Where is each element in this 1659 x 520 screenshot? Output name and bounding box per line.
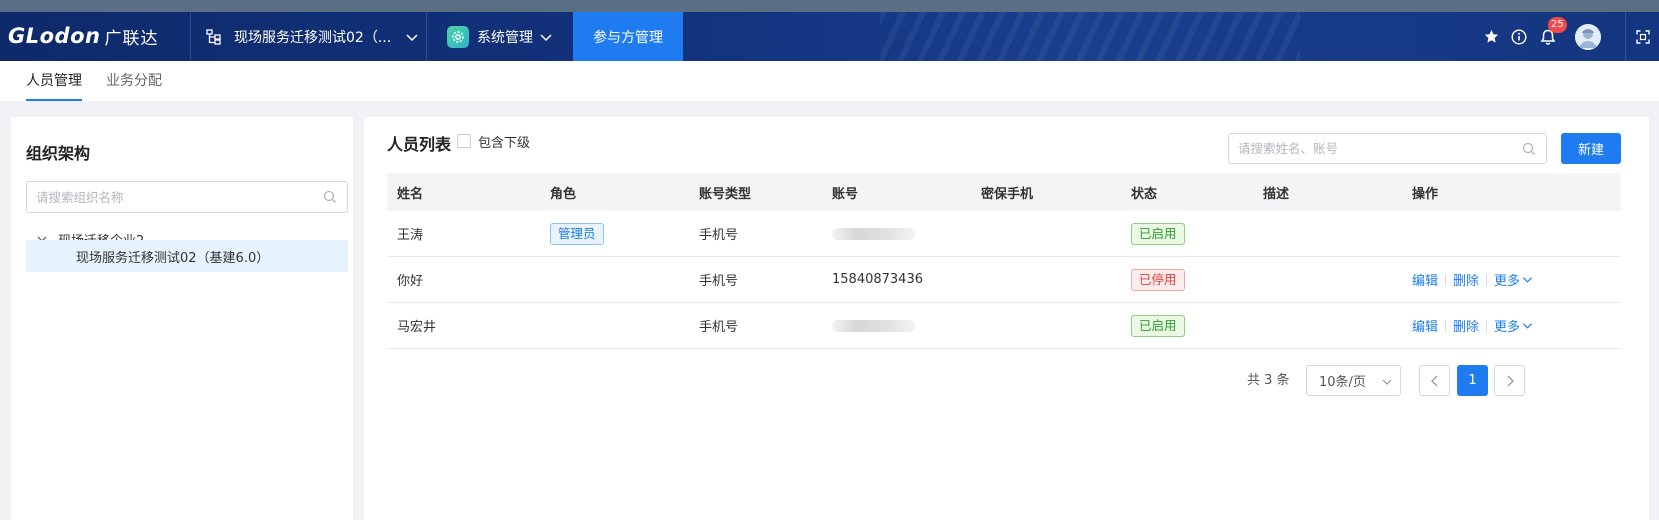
top-navigation-bar: GLodon 广联达 现场服务迁移测试02（... 系统管理 参与方管理 25 <box>0 12 1659 61</box>
browser-strip <box>0 0 1659 12</box>
redacted-account <box>832 227 916 240</box>
cell-account <box>832 211 916 256</box>
prev-page-button[interactable] <box>1419 365 1450 396</box>
column-header-name: 姓名 <box>397 186 424 202</box>
table-row: 你好 手机号 15840873436 已停用 编辑 删除 更多 <box>387 257 1621 303</box>
system-management-menu[interactable]: 系统管理 <box>447 12 553 61</box>
cell-account-type: 手机号 <box>699 274 739 289</box>
include-subordinate-label: 包含下级 <box>478 135 531 151</box>
page-size-select[interactable]: 10条/页 <box>1306 365 1401 396</box>
star-icon[interactable] <box>1483 29 1499 45</box>
delete-link[interactable]: 删除 <box>1453 316 1479 335</box>
cell-role: 管理员 <box>550 211 604 256</box>
page-size-value: 10条/页 <box>1319 375 1366 390</box>
divider <box>1445 273 1447 286</box>
notification-bell[interactable]: 25 <box>1539 16 1567 46</box>
staff-panel-title: 人员列表 <box>387 135 452 154</box>
pagination-total: 共 3 条 <box>1247 373 1290 388</box>
logo-brand-cn: 广联达 <box>104 28 159 49</box>
divider <box>426 12 427 61</box>
project-name: 现场服务迁移测试02（... <box>234 29 392 46</box>
cell-name: 王涛 <box>397 228 424 243</box>
staff-list-panel: 人员列表 包含下级 新建 姓名 角色 账号类型 账号 密保手机 状态 描述 操作… <box>364 117 1649 520</box>
edit-link[interactable]: 编辑 <box>1412 316 1438 335</box>
column-header-account-type: 账号类型 <box>699 186 752 202</box>
org-search-box <box>26 181 348 213</box>
chevron-right-icon <box>1507 375 1514 386</box>
notification-count-badge: 25 <box>1548 16 1567 33</box>
include-subordinate-checkbox[interactable]: 包含下级 <box>457 132 531 151</box>
project-selector[interactable]: 现场服务迁移测试02（... <box>206 12 419 61</box>
tree-node-project[interactable]: 现场服务迁移测试02（基建6.0） <box>26 240 348 272</box>
divider <box>1486 273 1488 286</box>
table-header: 姓名 角色 账号类型 账号 密保手机 状态 描述 操作 <box>387 173 1621 211</box>
chevron-left-icon <box>1430 375 1437 386</box>
glodon-logo[interactable]: GLodon 广联达 <box>8 23 158 49</box>
chevron-down-icon <box>1382 379 1392 385</box>
logo-wordmark: GLodon <box>8 24 101 48</box>
system-menu-label: 系统管理 <box>477 29 533 46</box>
tab-participant-management[interactable]: 参与方管理 <box>573 12 683 61</box>
status-badge: 已停用 <box>1131 268 1185 291</box>
column-header-role: 角色 <box>550 186 577 202</box>
cell-name: 你好 <box>397 274 424 289</box>
new-button[interactable]: 新建 <box>1561 133 1621 164</box>
cell-account: 15840873436 <box>832 272 923 287</box>
divider <box>1486 319 1488 332</box>
org-search-input[interactable] <box>27 182 323 212</box>
cell-status: 已停用 <box>1131 257 1185 302</box>
chevron-down-icon <box>540 33 552 41</box>
divider <box>190 12 191 61</box>
divider <box>1445 319 1447 332</box>
status-badge: 已启用 <box>1131 222 1185 245</box>
table-row: 王涛 管理员 手机号 已启用 <box>387 211 1621 257</box>
table-row: 马宏井 手机号 已启用 编辑 删除 更多 <box>387 303 1621 349</box>
cell-actions: 编辑 删除 更多 <box>1412 303 1533 348</box>
page-number-button[interactable]: 1 <box>1457 365 1488 396</box>
checkbox[interactable] <box>457 134 471 148</box>
cell-account <box>832 303 916 348</box>
chevron-down-icon[interactable] <box>1522 320 1533 331</box>
search-icon[interactable] <box>323 190 337 204</box>
info-icon[interactable] <box>1511 28 1527 45</box>
column-header-account: 账号 <box>832 186 859 202</box>
column-header-security-phone: 密保手机 <box>981 186 1034 202</box>
staff-table: 姓名 角色 账号类型 账号 密保手机 状态 描述 操作 王涛 管理员 手机号 已… <box>387 173 1621 349</box>
delete-link[interactable]: 删除 <box>1453 270 1479 289</box>
column-header-status: 状态 <box>1131 186 1158 202</box>
cell-status: 已启用 <box>1131 303 1185 348</box>
role-tag: 管理员 <box>550 222 604 245</box>
cell-status: 已启用 <box>1131 211 1185 256</box>
user-avatar[interactable] <box>1575 23 1601 50</box>
sub-tab-bar: 人员管理 业务分配 <box>0 61 1659 101</box>
redacted-account <box>832 319 916 332</box>
column-header-actions: 操作 <box>1412 186 1439 202</box>
fullscreen-icon[interactable] <box>1625 12 1659 61</box>
search-icon[interactable] <box>1522 142 1536 156</box>
more-dropdown[interactable]: 更多 <box>1494 316 1520 335</box>
chevron-down-icon <box>406 33 418 41</box>
cell-account-type: 手机号 <box>699 228 739 243</box>
status-badge: 已启用 <box>1131 314 1185 337</box>
cell-name: 马宏井 <box>397 320 437 335</box>
header-decoration <box>880 12 1300 61</box>
chevron-down-icon[interactable] <box>1522 274 1533 285</box>
org-panel-title: 组织架构 <box>26 144 91 163</box>
org-structure-panel: 组织架构 现场迁移企业2 现场服务迁移测试02（基建6.0） <box>11 117 353 520</box>
tree-node-label: 现场服务迁移测试02（基建6.0） <box>76 250 270 266</box>
staff-search-input[interactable] <box>1229 134 1522 163</box>
more-dropdown[interactable]: 更多 <box>1494 270 1520 289</box>
next-page-button[interactable] <box>1494 365 1525 396</box>
gear-icon <box>447 25 469 48</box>
edit-link[interactable]: 编辑 <box>1412 270 1438 289</box>
cell-actions: 编辑 删除 更多 <box>1412 257 1533 302</box>
staff-search-box <box>1228 133 1547 164</box>
column-header-description: 描述 <box>1263 186 1290 202</box>
tab-business-assignment[interactable]: 业务分配 <box>106 61 162 101</box>
cell-account-type: 手机号 <box>699 320 739 335</box>
tab-staff-management[interactable]: 人员管理 <box>26 61 82 101</box>
org-structure-icon <box>206 28 221 45</box>
header-actions: 25 <box>1483 12 1659 61</box>
